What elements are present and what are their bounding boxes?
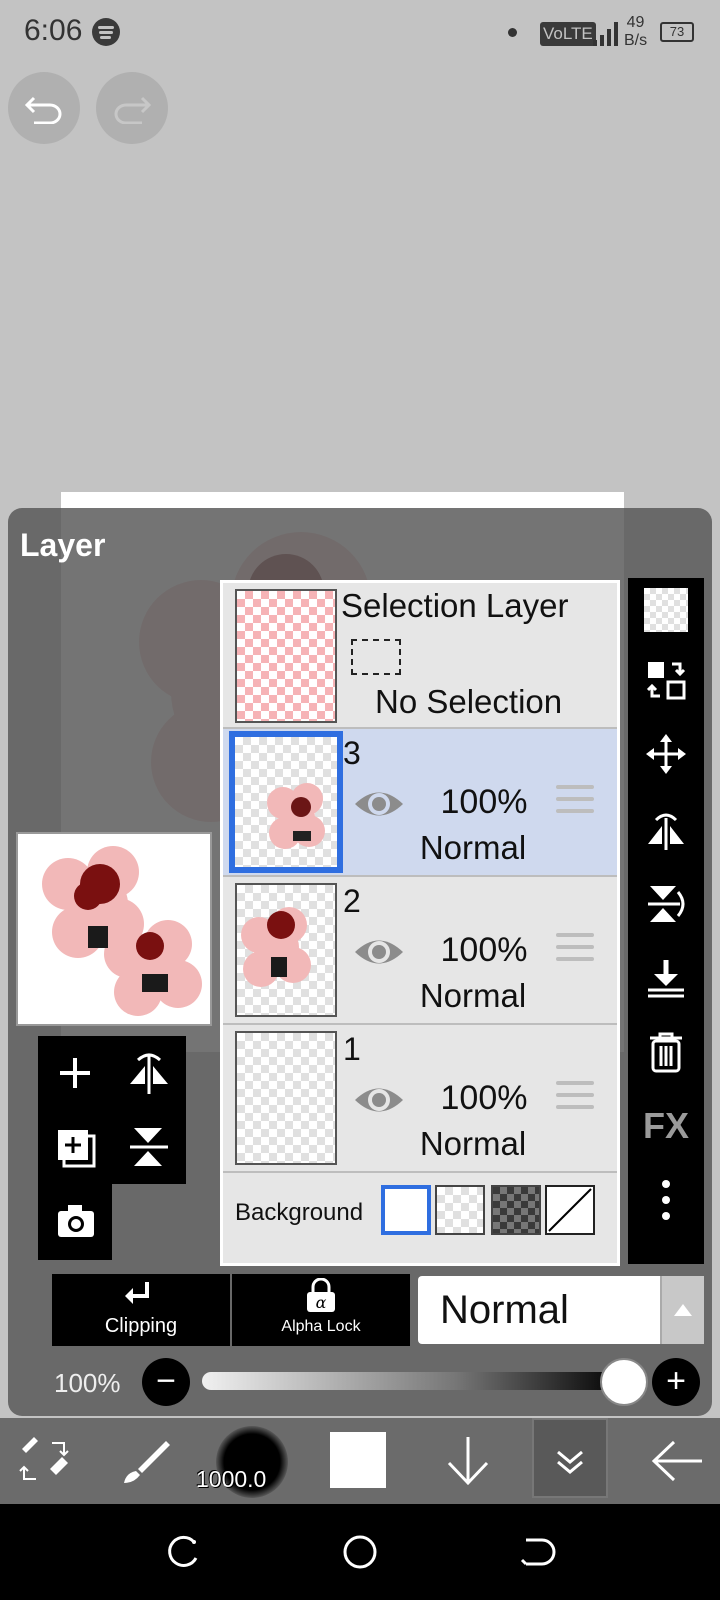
net-speed-value: 49 — [626, 14, 645, 31]
panel-title: Layer — [20, 527, 106, 563]
slash-icon — [548, 1188, 592, 1232]
selection-marquee-icon — [351, 639, 401, 675]
net-speed-unit: B/s — [624, 32, 648, 49]
recent-apps-icon[interactable] — [164, 1532, 204, 1572]
brush-size-value: 1000.0 — [196, 1466, 267, 1492]
swap-layer-icon[interactable] — [640, 654, 692, 706]
status-bar: 6:06 VoLTE 49 B/s 73 — [0, 0, 720, 64]
add-layer-icon[interactable] — [38, 1036, 112, 1110]
layer-row-2[interactable]: 2 100% Normal — [223, 877, 617, 1025]
layer-number: 2 — [343, 883, 361, 919]
spotify-icon — [92, 18, 120, 46]
opacity-label: 100% — [54, 1368, 121, 1398]
clipping-icon — [125, 1282, 149, 1304]
checkerboard-icon[interactable] — [644, 588, 688, 632]
alpha-lock-button[interactable]: α Alpha Lock — [232, 1274, 410, 1346]
system-navbar — [0, 1504, 720, 1600]
layer-opacity: 100% — [440, 1079, 528, 1117]
more-icon[interactable] — [640, 1174, 692, 1226]
background-dark-option[interactable] — [491, 1185, 541, 1235]
layer-blend-mode: Normal — [419, 829, 527, 866]
left-tools-row3 — [38, 1184, 112, 1260]
layer-list: Selection Layer No Selection 3 100% Norm… — [220, 580, 620, 1266]
lock-icon: α — [307, 1278, 335, 1312]
flip-horizontal-icon[interactable] — [640, 804, 692, 856]
move-icon[interactable] — [640, 728, 692, 780]
status-time: 6:06 — [24, 14, 83, 47]
left-tools-row2 — [38, 1110, 186, 1184]
merge-down-icon[interactable] — [640, 952, 692, 1004]
opacity-slider[interactable] — [202, 1372, 624, 1390]
arrow-down-icon[interactable] — [438, 1418, 498, 1504]
dot-icon — [508, 28, 517, 37]
battery-icon: 73 — [660, 22, 694, 42]
transform-icon[interactable] — [14, 1418, 74, 1504]
layer-number: 3 — [343, 735, 361, 771]
undo-icon — [24, 96, 62, 124]
brush-icon[interactable] — [116, 1418, 176, 1504]
selection-status: No Selection — [375, 683, 563, 720]
visibility-eye-icon[interactable] — [353, 933, 405, 971]
selection-layer-row[interactable]: Selection Layer No Selection — [223, 583, 617, 729]
background-white-option[interactable] — [381, 1185, 431, 1235]
layer-row-3[interactable]: 3 100% Normal — [223, 729, 617, 877]
back-icon[interactable] — [516, 1532, 556, 1572]
flip-icon[interactable] — [112, 1036, 186, 1110]
bottom-toolbar: 1000.0 — [0, 1418, 720, 1504]
background-row: Background — [223, 1173, 617, 1263]
trash-icon[interactable] — [640, 1026, 692, 1078]
blend-mode-value: Normal — [440, 1288, 569, 1332]
add-folder-icon[interactable] — [38, 1110, 112, 1184]
layer-thumbnail — [235, 883, 337, 1017]
drag-handle-icon[interactable] — [556, 933, 596, 969]
redo-button[interactable] — [96, 72, 168, 144]
layer-blend-mode: Normal — [419, 1125, 527, 1162]
svg-text:α: α — [316, 1293, 327, 1312]
rotate-flip-icon[interactable] — [112, 1110, 186, 1184]
flip-vertical-icon[interactable] — [640, 878, 692, 930]
layer-thumbnail — [235, 1031, 337, 1165]
layer-opacity: 100% — [440, 931, 528, 969]
layer-row-1[interactable]: 1 100% Normal — [223, 1025, 617, 1173]
color-swatch-icon[interactable] — [330, 1432, 386, 1488]
opacity-increase-button[interactable]: + — [652, 1358, 700, 1406]
volte-badge: VoLTE — [540, 22, 596, 46]
canvas-preview — [16, 832, 212, 1026]
left-tools-row1 — [38, 1036, 186, 1110]
background-transparent-option[interactable] — [435, 1185, 485, 1235]
fx-icon[interactable]: FX — [640, 1100, 692, 1152]
back-arrow-icon[interactable] — [646, 1418, 706, 1504]
selection-layer-thumbnail — [235, 589, 337, 723]
right-toolbar: FX — [628, 578, 704, 1264]
selection-layer-title: Selection Layer — [341, 587, 569, 624]
layer-opacity: 100% — [440, 783, 528, 821]
layer-blend-mode: Normal — [419, 977, 527, 1014]
signal-icon — [593, 22, 619, 46]
clipping-label: Clipping — [104, 1315, 178, 1337]
net-speed: 49 B/s — [624, 14, 647, 50]
layer-thumbnail — [229, 731, 343, 873]
visibility-eye-icon[interactable] — [353, 785, 405, 823]
triangle-up-icon[interactable] — [660, 1276, 704, 1344]
alpha-lock-label: Alpha Lock — [281, 1318, 361, 1335]
opacity-decrease-button[interactable]: − — [142, 1358, 190, 1406]
left-tools — [38, 1036, 190, 1264]
camera-icon[interactable] — [38, 1185, 112, 1259]
layer-2-artwork — [241, 907, 311, 987]
layer-3-artwork — [267, 783, 325, 849]
preview-artwork — [42, 846, 202, 1016]
blend-mode-select[interactable]: Normal — [418, 1276, 704, 1344]
clipping-button[interactable]: Clipping — [52, 1274, 230, 1346]
drag-handle-icon[interactable] — [556, 785, 596, 821]
visibility-eye-icon[interactable] — [353, 1081, 405, 1119]
undo-button[interactable] — [8, 72, 80, 144]
redo-icon — [114, 96, 152, 124]
home-icon[interactable] — [340, 1532, 380, 1572]
background-none-option[interactable] — [545, 1185, 595, 1235]
opacity-slider-knob[interactable] — [600, 1358, 648, 1406]
double-chevron-down-icon[interactable] — [532, 1418, 608, 1498]
drag-handle-icon[interactable] — [556, 1081, 596, 1117]
layer-number: 1 — [343, 1031, 361, 1067]
background-label: Background — [235, 1199, 364, 1226]
